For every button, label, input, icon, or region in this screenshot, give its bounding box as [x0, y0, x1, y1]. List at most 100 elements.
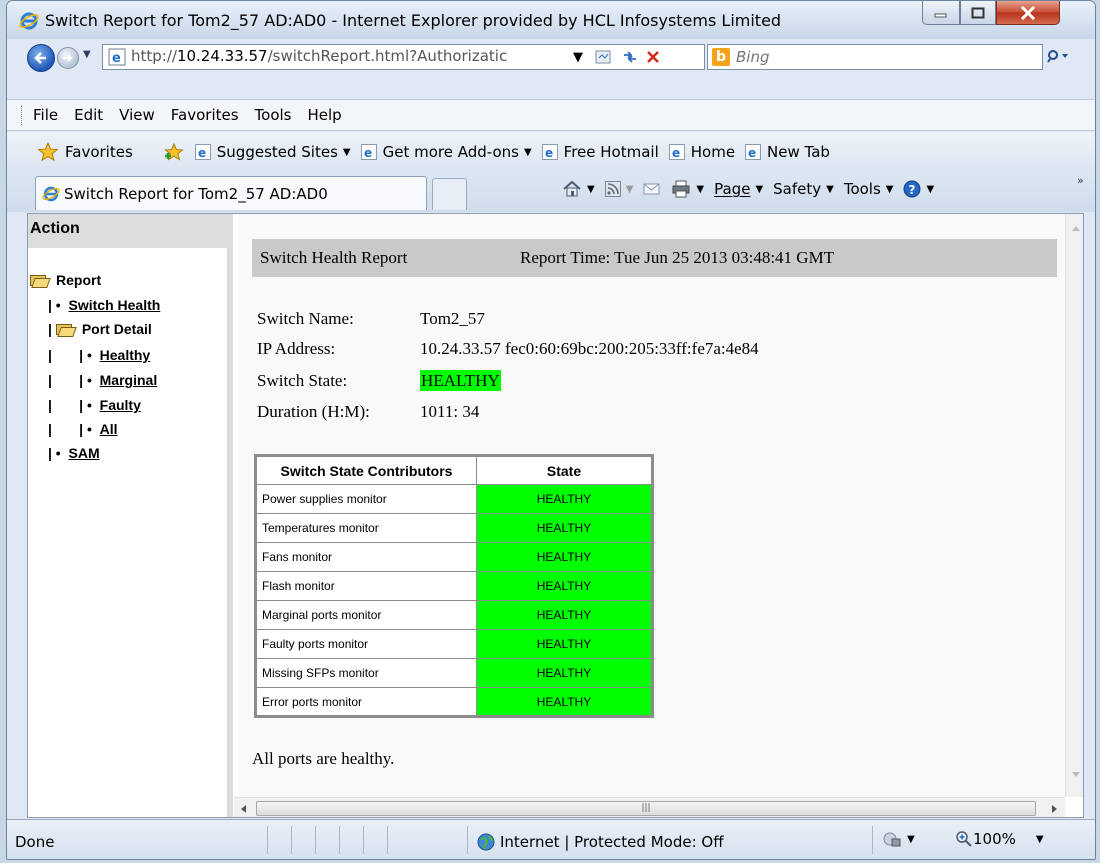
menu-favorites[interactable]: Favorites — [171, 106, 239, 124]
table-row: Power supplies monitor HEALTHY — [255, 484, 653, 514]
minimize-button[interactable] — [922, 1, 960, 25]
table-row: Faulty ports monitor HEALTHY — [255, 629, 653, 659]
printer-icon — [672, 180, 690, 198]
safety-menu[interactable]: Safety ▼ — [773, 180, 834, 198]
state-cell: HEALTHY — [476, 658, 653, 688]
switch-state-value: HEALTHY — [420, 370, 501, 391]
tree-connector: | | • — [48, 397, 100, 413]
svg-text:e: e — [198, 146, 206, 160]
title-bar: Switch Report for Tom2_57 AD:AD0 - Inter… — [7, 1, 1095, 39]
menu-edit[interactable]: Edit — [74, 106, 103, 124]
close-button[interactable] — [996, 1, 1060, 25]
contributor-cell: Temperatures monitor — [255, 513, 477, 543]
healthy-link[interactable]: Healthy — [100, 347, 151, 363]
add-to-favorites-bar-button[interactable] — [163, 142, 185, 162]
tree-marginal[interactable]: | | • Marginal — [48, 372, 157, 388]
switch-name-label: Switch Name: — [257, 309, 354, 328]
search-input[interactable] — [736, 48, 936, 66]
scroll-left-icon[interactable] — [236, 799, 252, 818]
menu-tools[interactable]: Tools — [255, 106, 292, 124]
fav-link-suggested-sites[interactable]: e Suggested Sites ▼ — [194, 143, 351, 161]
address-dropdown[interactable]: ▼ — [573, 48, 583, 66]
faulty-link[interactable]: Faulty — [100, 397, 141, 413]
stop-icon[interactable] — [646, 48, 660, 66]
fav-link-label: Get more Add-ons — [382, 143, 519, 161]
switch-health-link[interactable]: Switch Health — [69, 297, 161, 313]
toolbar-grip — [21, 105, 23, 125]
scroll-right-icon[interactable] — [1046, 799, 1062, 818]
menu-view[interactable]: View — [119, 106, 155, 124]
maximize-button[interactable] — [960, 1, 996, 25]
compatibility-view-icon[interactable] — [595, 48, 611, 66]
tree-all[interactable]: | | • All — [48, 421, 118, 437]
tree-sam[interactable]: | • SAM — [48, 445, 100, 461]
address-input[interactable]: http://10.24.33.57/switchReport.html?Aut… — [131, 47, 561, 67]
scrollbar-thumb[interactable]: ||| — [256, 801, 1036, 816]
tree-report[interactable]: Report — [30, 272, 101, 288]
switch-state-label: Switch State: — [257, 371, 348, 390]
chevron-down-icon: ▼ — [926, 183, 935, 195]
tree-label: Report — [56, 272, 102, 288]
marginal-link[interactable]: Marginal — [100, 372, 158, 388]
sam-link[interactable]: SAM — [69, 445, 100, 461]
protected-mode-button[interactable]: ▼ — [882, 830, 915, 848]
all-link[interactable]: All — [100, 421, 118, 437]
contributor-cell: Flash monitor — [255, 571, 477, 601]
mail-icon — [643, 183, 660, 195]
window-title: Switch Report for Tom2_57 AD:AD0 - Inter… — [45, 11, 782, 30]
help-button[interactable]: ? ▼ — [903, 180, 934, 198]
horizontal-scrollbar[interactable]: ||| — [234, 797, 1065, 818]
feeds-button[interactable]: ▼ — [604, 181, 633, 197]
recent-pages-dropdown[interactable]: ▼ — [83, 49, 91, 60]
more-commands-icon[interactable]: » — [1077, 174, 1084, 187]
security-zone-label: Internet | Protected Mode: Off — [500, 833, 724, 851]
back-button[interactable] — [27, 44, 55, 72]
vertical-scrollbar[interactable] — [1065, 214, 1084, 797]
menu-help[interactable]: Help — [308, 106, 342, 124]
address-bar[interactable]: e http://10.24.33.57/switchReport.html?A… — [102, 44, 705, 70]
fav-link-home[interactable]: e Home — [668, 143, 735, 161]
scroll-down-icon[interactable] — [1066, 764, 1084, 784]
home-icon — [563, 180, 581, 197]
status-text: Done — [15, 833, 55, 851]
page-menu[interactable]: Page ▼ — [714, 180, 763, 198]
status-bar: Done Internet | Protected Mode: Off ▼ 10… — [7, 819, 1095, 859]
fav-link-new-tab[interactable]: e New Tab — [745, 143, 830, 161]
report-time: Report Time: Tue Jun 25 2013 03:48:41 GM… — [520, 248, 835, 267]
contributor-cell: Power supplies monitor — [255, 484, 477, 514]
ie-page-icon: e — [194, 144, 211, 160]
scroll-up-icon[interactable] — [1066, 219, 1084, 239]
tab-switch-report[interactable]: Switch Report for Tom2_57 AD:AD0 — [35, 176, 427, 210]
forward-button[interactable] — [57, 47, 79, 69]
tools-menu[interactable]: Tools ▼ — [844, 180, 894, 198]
tree-connector: | — [48, 321, 56, 337]
search-icon[interactable] — [1047, 49, 1069, 67]
zoom-control[interactable]: 100% ▼ — [955, 830, 1044, 848]
search-box[interactable]: b — [707, 44, 1043, 70]
svg-text:e: e — [112, 51, 121, 66]
table-row: Marginal ports monitor HEALTHY — [255, 600, 653, 630]
favorites-button[interactable]: Favorites — [37, 142, 133, 162]
tree-connector: | | • — [48, 372, 100, 388]
tree-port-detail[interactable]: | Port Detail — [48, 321, 152, 337]
refresh-icon[interactable] — [621, 48, 639, 66]
read-mail-button[interactable] — [643, 182, 661, 196]
print-button[interactable]: ▼ — [671, 180, 704, 198]
status-separator — [339, 826, 340, 854]
favorites-bar: Favorites e Suggested Sites ▼ e Get more … — [7, 132, 1095, 172]
tree-healthy[interactable]: | | • Healthy — [48, 347, 150, 363]
tree-label: Port Detail — [81, 321, 152, 337]
ip-address-row: IP Address: 10.24.33.57 fec0:60:69bc:200:… — [257, 339, 759, 359]
tree-switch-health[interactable]: | • Switch Health — [48, 297, 160, 313]
fav-link-hotmail[interactable]: e Free Hotmail — [541, 143, 659, 161]
menu-file[interactable]: File — [33, 106, 58, 124]
home-button[interactable]: ▼ — [562, 180, 595, 198]
chevron-down-icon: ▼ — [1035, 833, 1044, 845]
page-menu-label: Page — [714, 180, 751, 198]
security-zone[interactable]: Internet | Protected Mode: Off — [477, 833, 724, 851]
maximize-icon — [971, 7, 985, 18]
fav-link-add-ons[interactable]: e Get more Add-ons ▼ — [360, 143, 532, 161]
tree-faulty[interactable]: | | • Faulty — [48, 397, 141, 413]
contributors-table: Switch State Contributors State Power su… — [254, 454, 654, 718]
new-tab-button[interactable] — [432, 178, 467, 210]
